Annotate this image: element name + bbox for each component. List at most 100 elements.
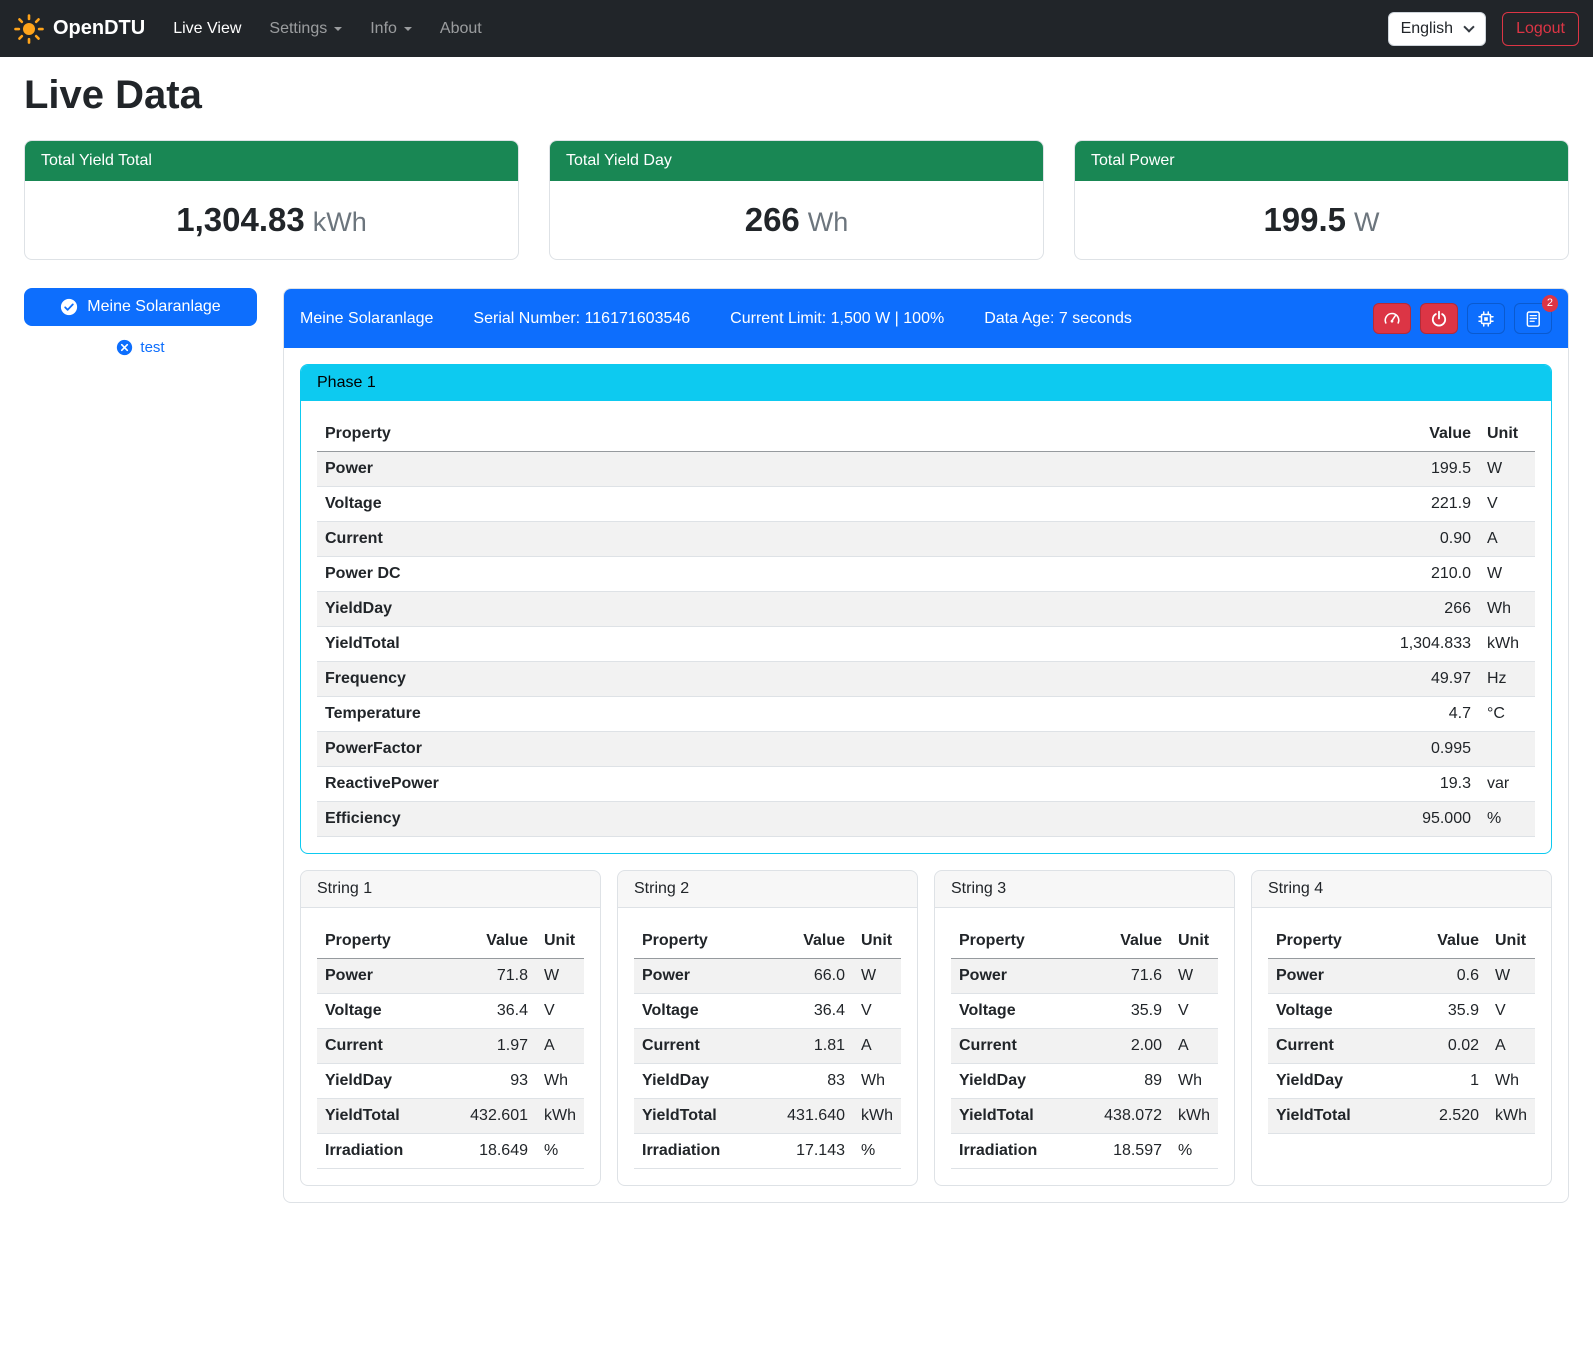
value-cell: 2.520 bbox=[1413, 1099, 1487, 1134]
serial-number: Serial Number: 116171603546 bbox=[473, 310, 690, 328]
table-row: Irradiation17.143% bbox=[634, 1134, 901, 1169]
property-cell: Power bbox=[951, 959, 1096, 994]
value-cell: 2.00 bbox=[1096, 1029, 1170, 1064]
unit-cell: % bbox=[853, 1134, 901, 1169]
table-row: Voltage35.9V bbox=[1268, 994, 1535, 1029]
brand-link[interactable]: OpenDTU bbox=[14, 14, 145, 44]
property-cell: Current bbox=[1268, 1029, 1413, 1064]
table-row: Frequency49.97Hz bbox=[317, 662, 1535, 697]
brand-name: OpenDTU bbox=[53, 17, 145, 40]
table-row: YieldDay83Wh bbox=[634, 1064, 901, 1099]
unit-cell: kWh bbox=[853, 1099, 901, 1134]
journal-icon bbox=[1524, 310, 1542, 328]
property-cell: YieldTotal bbox=[951, 1099, 1096, 1134]
unit-cell: V bbox=[1487, 994, 1535, 1029]
power-button[interactable] bbox=[1420, 303, 1458, 334]
summary-card-body: 199.5W bbox=[1075, 181, 1568, 259]
page-content: Live Data Total Yield Total1,304.83kWhTo… bbox=[0, 73, 1593, 1233]
summary-card: Total Yield Total1,304.83kWh bbox=[24, 140, 519, 260]
speedometer-button[interactable] bbox=[1373, 303, 1411, 334]
unit-cell: W bbox=[853, 959, 901, 994]
property-cell: Irradiation bbox=[317, 1134, 462, 1169]
column-header: Unit bbox=[1170, 924, 1218, 959]
unit-cell: kWh bbox=[1487, 1099, 1535, 1134]
data-age: Data Age: 7 seconds bbox=[984, 310, 1132, 328]
property-cell: Irradiation bbox=[634, 1134, 779, 1169]
table-row: Temperature4.7°C bbox=[317, 697, 1535, 732]
value-cell: 431.640 bbox=[779, 1099, 853, 1134]
string-card: String 1PropertyValueUnitPower71.8WVolta… bbox=[300, 870, 601, 1186]
value-cell: 438.072 bbox=[1096, 1099, 1170, 1134]
column-header: Unit bbox=[853, 924, 901, 959]
unit-cell: kWh bbox=[1479, 627, 1535, 662]
x-circle-icon[interactable] bbox=[116, 339, 133, 356]
top-navbar: OpenDTU Live ViewSettingsInfoAbout Engli… bbox=[0, 0, 1593, 57]
column-header: Value bbox=[1096, 924, 1170, 959]
column-header: Property bbox=[317, 924, 462, 959]
value-cell: 18.597 bbox=[1096, 1134, 1170, 1169]
property-cell: Current bbox=[317, 1029, 462, 1064]
property-cell: YieldTotal bbox=[1268, 1099, 1413, 1134]
speedometer-icon bbox=[1383, 310, 1401, 328]
summary-value: 199.5 bbox=[1263, 201, 1346, 238]
column-header: Unit bbox=[1487, 924, 1535, 959]
unit-cell: A bbox=[1487, 1029, 1535, 1064]
nav-item-live-view[interactable]: Live View bbox=[159, 12, 255, 46]
table-row: Power0.6W bbox=[1268, 959, 1535, 994]
string-card-body: PropertyValueUnitPower66.0WVoltage36.4VC… bbox=[618, 908, 917, 1185]
string-card: String 3PropertyValueUnitPower71.6WVolta… bbox=[934, 870, 1235, 1186]
value-cell: 71.8 bbox=[462, 959, 536, 994]
logout-button[interactable]: Logout bbox=[1502, 12, 1579, 46]
string-card-body: PropertyValueUnitPower71.6WVoltage35.9VC… bbox=[935, 908, 1234, 1185]
unit-cell: W bbox=[536, 959, 584, 994]
table-row: YieldTotal1,304.833kWh bbox=[317, 627, 1535, 662]
summary-card-body: 1,304.83kWh bbox=[25, 181, 518, 259]
property-cell: Frequency bbox=[317, 662, 1369, 697]
summary-unit: Wh bbox=[808, 207, 849, 237]
table-header-row: PropertyValueUnit bbox=[634, 924, 901, 959]
inverter-select-button[interactable]: Meine Solaranlage bbox=[24, 288, 257, 326]
string-card-body: PropertyValueUnitPower0.6WVoltage35.9VCu… bbox=[1252, 908, 1551, 1150]
table-row: Current0.02A bbox=[1268, 1029, 1535, 1064]
nav-item-about[interactable]: About bbox=[426, 12, 496, 46]
journal-button[interactable]: 2 bbox=[1514, 303, 1552, 334]
unit-cell: Wh bbox=[536, 1064, 584, 1099]
nav-item-settings[interactable]: Settings bbox=[255, 12, 356, 46]
value-cell: 49.97 bbox=[1369, 662, 1479, 697]
value-cell: 0.02 bbox=[1413, 1029, 1487, 1064]
column-header: Unit bbox=[536, 924, 584, 959]
property-cell: Current bbox=[951, 1029, 1096, 1064]
cpu-icon bbox=[1477, 310, 1495, 328]
nav-menu: Live ViewSettingsInfoAbout bbox=[159, 12, 496, 46]
cpu-button[interactable] bbox=[1467, 303, 1505, 334]
table-row: Voltage221.9V bbox=[317, 487, 1535, 522]
inverter-name: Meine Solaranlage bbox=[300, 310, 433, 328]
summary-card-title: Total Power bbox=[1075, 141, 1568, 181]
unit-cell: A bbox=[853, 1029, 901, 1064]
table-header-row: PropertyValueUnit bbox=[951, 924, 1218, 959]
summary-card: Total Power199.5W bbox=[1074, 140, 1569, 260]
language-select[interactable]: English bbox=[1388, 12, 1486, 46]
unit-cell bbox=[1479, 732, 1535, 767]
test-link[interactable]: test bbox=[140, 339, 164, 356]
unit-cell: A bbox=[1479, 522, 1535, 557]
value-cell: 0.6 bbox=[1413, 959, 1487, 994]
unit-cell: V bbox=[1170, 994, 1218, 1029]
table-row: Voltage35.9V bbox=[951, 994, 1218, 1029]
property-cell: Power bbox=[317, 959, 462, 994]
unit-cell: Wh bbox=[1487, 1064, 1535, 1099]
nav-item-info[interactable]: Info bbox=[356, 12, 426, 46]
unit-cell: W bbox=[1170, 959, 1218, 994]
property-cell: Power DC bbox=[317, 557, 1369, 592]
value-cell: 18.649 bbox=[462, 1134, 536, 1169]
unit-cell: Wh bbox=[1170, 1064, 1218, 1099]
table-row: Power DC210.0W bbox=[317, 557, 1535, 592]
column-header: Property bbox=[317, 417, 1369, 452]
string-table: PropertyValueUnitPower66.0WVoltage36.4VC… bbox=[634, 924, 901, 1169]
table-row: YieldTotal438.072kWh bbox=[951, 1099, 1218, 1134]
table-row: Current1.97A bbox=[317, 1029, 584, 1064]
column-header: Value bbox=[462, 924, 536, 959]
table-row: Current1.81A bbox=[634, 1029, 901, 1064]
unit-cell: % bbox=[536, 1134, 584, 1169]
language-value: English bbox=[1401, 20, 1453, 38]
